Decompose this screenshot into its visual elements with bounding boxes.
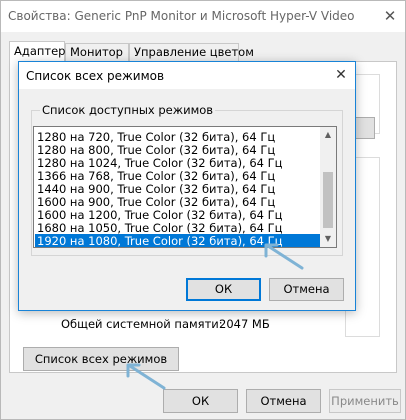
- mode-list-item[interactable]: 1680 на 1050, True Color (32 бита), 64 Г…: [35, 221, 321, 235]
- mode-list-item-selected[interactable]: 1920 на 1080, True Color (32 бита), 64 Г…: [35, 234, 321, 247]
- tab-monitor[interactable]: Монитор: [65, 43, 129, 61]
- dialog-cancel-button[interactable]: Отмена: [269, 278, 344, 301]
- title-bar: Свойства: Generic PnP Monitor и Microsof…: [1, 1, 405, 32]
- system-memory-value: 2047 МБ: [219, 317, 270, 331]
- properties-button[interactable]: [355, 117, 375, 139]
- dialog-title-bar: Список всех режимов ✕: [19, 62, 355, 89]
- scroll-down-arrow-icon[interactable]: ▼: [320, 231, 336, 247]
- scroll-thumb[interactable]: [323, 172, 333, 228]
- modes-listbox[interactable]: 1280 на 720, True Color (32 бита), 64 Гц…: [33, 126, 337, 248]
- close-icon[interactable]: ✕: [375, 1, 405, 32]
- apply-button[interactable]: Применить: [329, 389, 401, 413]
- mode-list-item[interactable]: 1280 на 800, True Color (32 бита), 64 Гц: [35, 143, 321, 157]
- list-all-modes-button[interactable]: Список всех режимов: [23, 347, 179, 371]
- mode-list-item[interactable]: 1440 на 900, True Color (32 бита), 64 Гц: [35, 182, 321, 196]
- modes-scrollbar[interactable]: ▲ ▼: [320, 127, 336, 247]
- cancel-button[interactable]: Отмена: [246, 389, 321, 413]
- mode-list-item[interactable]: 1280 на 720, True Color (32 бита), 64 Гц: [35, 130, 321, 144]
- dialog-title: Список всех режимов: [26, 69, 165, 83]
- list-all-modes-dialog: Список всех режимов ✕ Список доступных р…: [18, 61, 356, 311]
- system-memory-label: Общей системной памяти:: [61, 317, 223, 331]
- available-modes-label: Список доступных режимов: [40, 103, 216, 117]
- ok-button[interactable]: ОК: [163, 389, 238, 413]
- mode-list-item[interactable]: 1600 на 1200, True Color (32 бита), 64 Г…: [35, 208, 321, 222]
- mode-list-item[interactable]: 1366 на 768, True Color (32 бита), 64 Гц: [35, 169, 321, 183]
- scroll-up-arrow-icon[interactable]: ▲: [320, 127, 336, 143]
- mode-list-item[interactable]: 1280 на 1024, True Color (32 бита), 64 Г…: [35, 156, 321, 170]
- dialog-close-icon[interactable]: ✕: [327, 62, 355, 89]
- tab-color-management[interactable]: Управление цветом: [129, 43, 254, 61]
- tab-adapter[interactable]: Адаптер: [9, 41, 65, 62]
- dialog-ok-button[interactable]: ОК: [186, 278, 261, 301]
- mode-list-item[interactable]: 1600 на 900, True Color (32 бита), 64 Гц: [35, 195, 321, 209]
- window-title: Свойства: Generic PnP Monitor и Microsof…: [8, 9, 355, 23]
